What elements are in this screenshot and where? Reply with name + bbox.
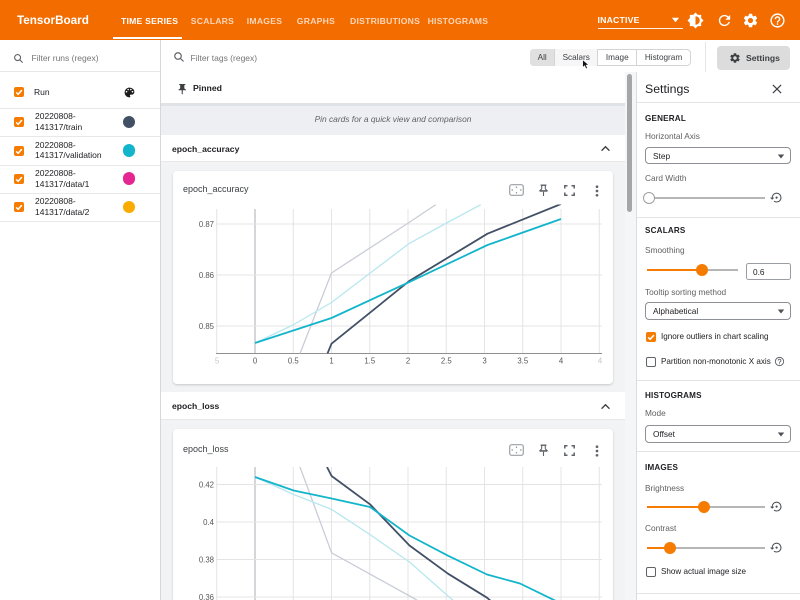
svg-text:4: 4: [598, 357, 603, 366]
svg-text:0.85: 0.85: [199, 322, 215, 331]
svg-text:2: 2: [406, 357, 410, 366]
svg-text:0.86: 0.86: [199, 271, 214, 280]
svg-text:0.38: 0.38: [199, 555, 214, 564]
svg-text:0.36: 0.36: [199, 593, 214, 600]
svg-text:0.5: 0.5: [288, 357, 300, 366]
svg-text:3.5: 3.5: [517, 357, 529, 366]
svg-text:1.5: 1.5: [364, 357, 376, 366]
svg-text:1: 1: [329, 357, 333, 366]
svg-text:4: 4: [559, 357, 564, 366]
svg-text:0.87: 0.87: [199, 220, 214, 229]
svg-text:0: 0: [253, 357, 258, 366]
svg-text:0.4: 0.4: [203, 518, 215, 527]
svg-text:3: 3: [482, 357, 486, 366]
svg-text:2.5: 2.5: [441, 357, 453, 366]
svg-text:5: 5: [215, 357, 220, 366]
svg-text:0.42: 0.42: [199, 480, 214, 489]
